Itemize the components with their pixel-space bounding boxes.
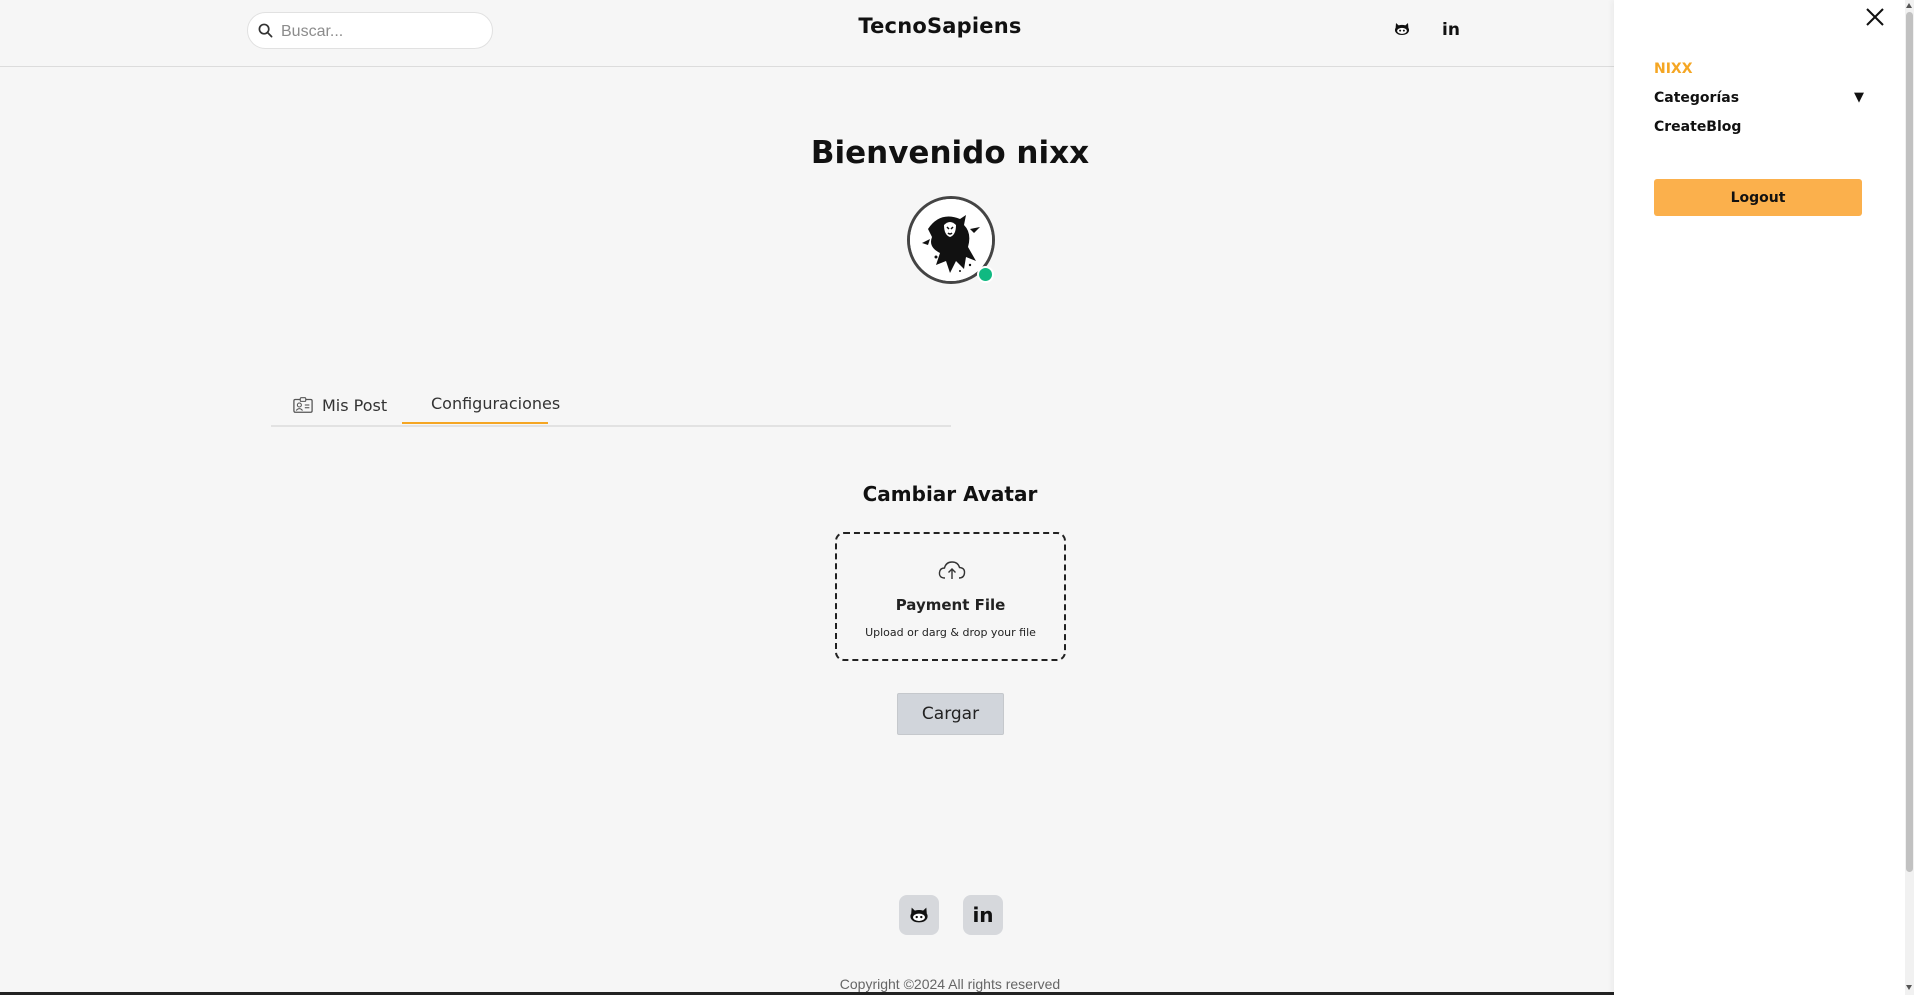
footer-github-button[interactable] (899, 895, 939, 935)
page-scrollbar[interactable] (1905, 0, 1914, 995)
chevron-down-icon[interactable]: ▼ (1854, 90, 1864, 105)
footer-linkedin-button[interactable]: in (963, 895, 1003, 935)
id-card-icon (293, 397, 313, 413)
search-box[interactable] (247, 12, 493, 49)
dropzone-title: Payment File (895, 596, 1006, 614)
cloud-upload-icon (938, 561, 966, 579)
github-icon[interactable] (1393, 20, 1413, 40)
tab-configuraciones[interactable]: Configuraciones (402, 385, 560, 424)
online-status-dot (977, 266, 994, 283)
profile-tabs: Mis Post Configuraciones (271, 385, 951, 427)
side-drawer: NIXX Categorías ▼ CreateBlog Logout (1614, 0, 1905, 995)
drawer-user-link[interactable]: NIXX (1654, 61, 1693, 77)
github-icon (910, 907, 928, 923)
search-input[interactable] (279, 20, 483, 44)
linkedin-icon: in (972, 903, 994, 927)
drawer-categories[interactable]: Categorías (1654, 90, 1739, 106)
close-icon[interactable] (1864, 6, 1886, 28)
drawer-create-blog[interactable]: CreateBlog (1654, 119, 1741, 135)
top-navbar: TecnoSapiens in (0, 0, 1614, 67)
brand-logo-text[interactable]: TecnoSapiens (820, 14, 1060, 38)
user-avatar (907, 196, 995, 284)
linkedin-icon[interactable]: in (1442, 20, 1462, 40)
file-dropzone[interactable]: Payment File Upload or darg & drop your … (835, 532, 1066, 661)
tab-mis-post[interactable]: Mis Post (293, 385, 387, 425)
tab-label: Configuraciones (431, 394, 561, 413)
welcome-heading: Bienvenido nixx (810, 135, 1090, 171)
scroll-up-icon[interactable] (1906, 3, 1912, 8)
upload-button[interactable]: Cargar (897, 693, 1004, 735)
scroll-down-icon[interactable] (1906, 985, 1912, 990)
tab-label: Mis Post (322, 395, 388, 415)
copyright-text: Copyright ©2024 All rights reserved (839, 976, 1061, 992)
scrollbar-thumb[interactable] (1906, 12, 1913, 872)
logout-button[interactable]: Logout (1654, 179, 1862, 216)
change-avatar-heading: Cambiar Avatar (862, 482, 1038, 506)
dropzone-subtitle: Upload or darg & drop your file (865, 626, 1036, 639)
search-icon (258, 23, 273, 38)
